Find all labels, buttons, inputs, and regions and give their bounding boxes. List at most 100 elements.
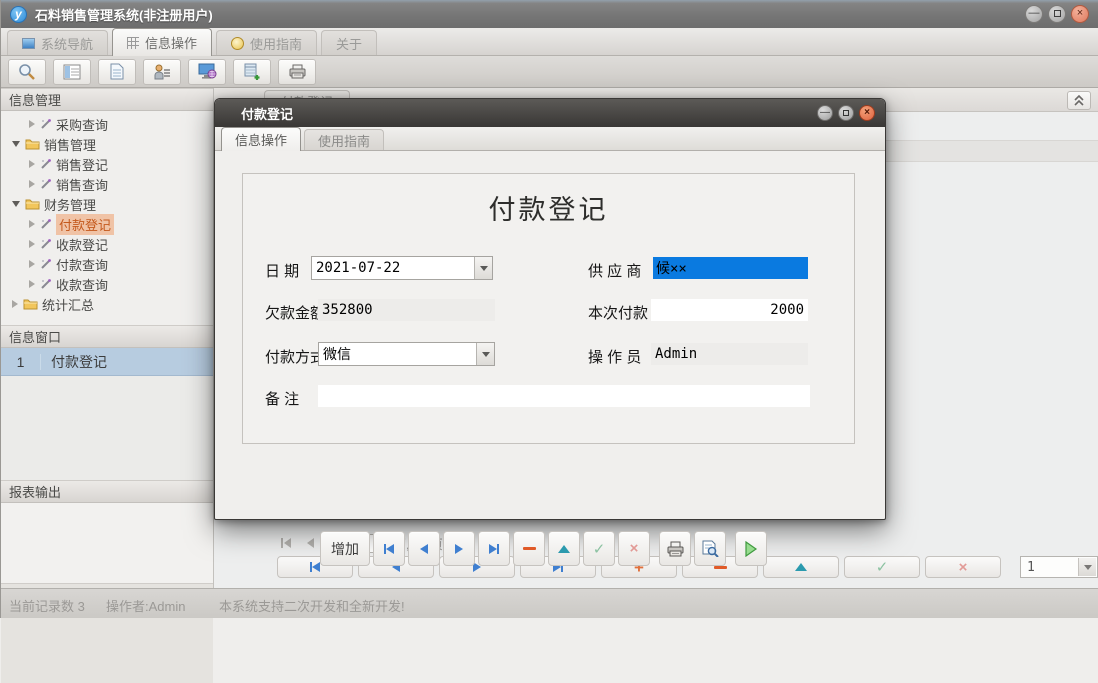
tree-item-label: 收款查询 — [56, 275, 108, 294]
cancel-button[interactable]: × — [618, 531, 650, 566]
chevron-down-icon — [480, 266, 488, 271]
tab-label: 信息操作 — [235, 130, 287, 149]
collapse-panel-button[interactable] — [1067, 91, 1091, 110]
dialog-close-button[interactable]: × — [859, 105, 875, 121]
expand-arrow-icon[interactable] — [29, 120, 35, 128]
debt-label: 欠款金额 — [265, 302, 325, 323]
dropdown-button[interactable] — [474, 257, 492, 279]
tree-item-payment-query[interactable]: 付款查询 — [1, 254, 213, 274]
expand-arrow-icon[interactable] — [29, 220, 35, 228]
dropdown-button[interactable] — [476, 343, 494, 365]
expand-arrow-icon[interactable] — [12, 300, 18, 308]
record-selector-combobox[interactable]: 1 — [1020, 556, 1098, 578]
dialog-maximize-button[interactable] — [838, 105, 854, 121]
close-button[interactable]: × — [1071, 5, 1089, 23]
window-list-item[interactable]: 1 付款登记 — [1, 348, 213, 376]
next-record-button[interactable] — [443, 531, 475, 566]
operator-value: Admin — [655, 346, 697, 362]
tree-item-payment-register[interactable]: 付款登记 — [1, 214, 213, 234]
minimize-button[interactable]: — — [1025, 5, 1043, 23]
print-preview-button[interactable] — [694, 531, 726, 566]
run-button[interactable] — [735, 531, 767, 566]
tree-item-sales-register[interactable]: 销售登记 — [1, 154, 213, 174]
folder-icon — [23, 298, 38, 310]
payment-amount-field[interactable]: 2000 — [651, 299, 808, 321]
tree-item-purchase-query[interactable]: 采购查询 — [1, 114, 213, 134]
debt-amount-value: 352800 — [322, 302, 373, 318]
payment-method-combobox[interactable]: 微信 — [318, 342, 495, 366]
monitor-toolbar-button[interactable] — [188, 59, 226, 85]
search-icon — [17, 63, 37, 81]
dialog-body: 付款登记 日 期 2021-07-22 供 应 商 候×× 欠款金额 35280… — [215, 151, 885, 521]
supplier-field[interactable]: 候×× — [653, 257, 808, 279]
check-icon: ✓ — [593, 540, 606, 558]
sidebar: 信息管理 采购查询 销售管理 销售登记 销售查询 财务管理 — [1, 88, 214, 588]
wand-icon — [40, 118, 52, 130]
tree-item-label: 付款查询 — [56, 255, 108, 274]
tab-user-guide[interactable]: 使用指南 — [216, 30, 317, 55]
sidebar-panel-reports-header[interactable]: 报表输出 — [1, 480, 213, 503]
add-button-label: 增加 — [331, 539, 359, 559]
dialog-minimize-button[interactable]: — — [817, 105, 833, 121]
x-icon: × — [630, 540, 639, 557]
supplier-label: 供 应 商 — [588, 260, 641, 281]
tree-item-label: 统计汇总 — [42, 295, 94, 314]
tree-item-finance-management[interactable]: 财务管理 — [1, 194, 213, 214]
tab-system-nav[interactable]: 系统导航 — [7, 30, 108, 55]
tree-item-sales-query[interactable]: 销售查询 — [1, 174, 213, 194]
wand-icon — [40, 238, 52, 250]
payment-register-dialog: 付款登记 — × 信息操作 使用指南 付款登记 日 期 2021-07-22 供… — [214, 98, 886, 520]
previous-record-button[interactable] — [408, 531, 440, 566]
expand-arrow-icon[interactable] — [29, 180, 35, 188]
database-add-toolbar-button[interactable] — [233, 59, 271, 85]
record-cancel-button[interactable]: × — [925, 556, 1001, 578]
document-toolbar-button[interactable] — [98, 59, 136, 85]
dialog-titlebar[interactable]: 付款登记 — × — [215, 99, 885, 127]
maximize-button[interactable] — [1048, 5, 1066, 23]
sidebar-panel-windows-header[interactable]: 信息窗口 — [1, 325, 213, 348]
tree-item-label: 销售登记 — [56, 155, 108, 174]
tree-item-receipt-register[interactable]: 收款登记 — [1, 234, 213, 254]
tab-label: 使用指南 — [318, 131, 370, 150]
tab-about[interactable]: 关于 — [321, 30, 377, 55]
operator-label: 操 作 员 — [588, 346, 641, 367]
last-record-button[interactable] — [478, 531, 510, 566]
remark-field[interactable] — [318, 385, 810, 407]
print-button[interactable] — [659, 531, 691, 566]
expand-arrow-icon[interactable] — [29, 160, 35, 168]
dialog-tab-info-operation[interactable]: 信息操作 — [221, 127, 301, 151]
tree-item-label-selected: 付款登记 — [56, 214, 114, 235]
tab-info-operation[interactable]: 信息操作 — [112, 28, 212, 56]
dropdown-button[interactable] — [1078, 558, 1096, 576]
folder-icon — [25, 198, 40, 210]
first-record-button[interactable] — [373, 531, 405, 566]
collapse-arrow-icon[interactable] — [12, 201, 20, 207]
system-message: 本系统支持二次开发和全新开发! — [219, 596, 405, 615]
add-button[interactable]: 增加 — [320, 531, 370, 566]
search-toolbar-button[interactable] — [8, 59, 46, 85]
printer-toolbar-button[interactable] — [278, 59, 316, 85]
folder-icon — [25, 138, 40, 150]
user-toolbar-button[interactable] — [143, 59, 181, 85]
main-tabstrip: 系统导航 信息操作 使用指南 关于 — [1, 28, 1098, 56]
table-view-toolbar-button[interactable] — [53, 59, 91, 85]
expand-arrow-icon[interactable] — [29, 280, 35, 288]
expand-arrow-icon[interactable] — [29, 240, 35, 248]
edit-record-button[interactable] — [548, 531, 580, 566]
tree-item-label: 销售管理 — [44, 135, 96, 154]
expand-arrow-icon[interactable] — [29, 260, 35, 268]
navigation-tree: 采购查询 销售管理 销售登记 销售查询 财务管理 付款登记 — [1, 111, 213, 314]
monitor-icon — [198, 63, 217, 80]
tree-item-sales-management[interactable]: 销售管理 — [1, 134, 213, 154]
date-combobox[interactable]: 2021-07-22 — [311, 256, 493, 280]
tree-item-receipt-query[interactable]: 收款查询 — [1, 274, 213, 294]
collapse-arrow-icon[interactable] — [12, 141, 20, 147]
tree-item-statistics-summary[interactable]: 统计汇总 — [1, 294, 213, 314]
delete-record-button[interactable] — [513, 531, 545, 566]
dialog-tab-user-guide[interactable]: 使用指南 — [304, 129, 384, 150]
sidebar-panel-info-header[interactable]: 信息管理 — [1, 88, 213, 111]
confirm-button[interactable]: ✓ — [583, 531, 615, 566]
record-selector-value: 1 — [1021, 560, 1035, 575]
printer-icon — [666, 541, 685, 557]
record-count-status: 当前记录数 3 — [9, 596, 85, 615]
